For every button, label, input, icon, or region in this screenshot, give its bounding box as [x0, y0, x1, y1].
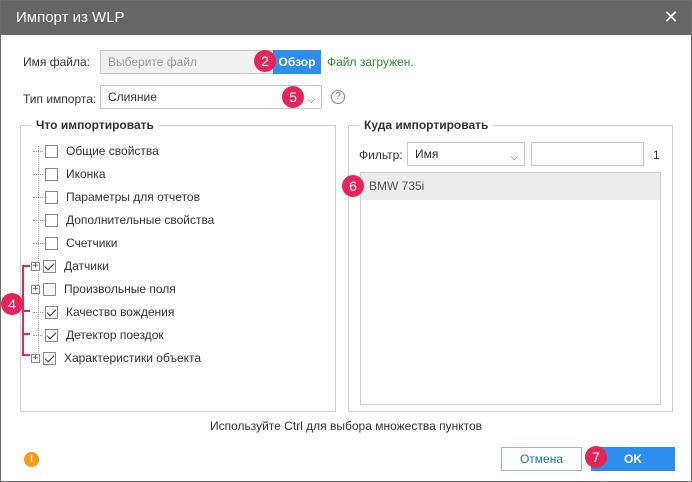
tree-item-checkbox[interactable] [43, 259, 56, 273]
file-status: Файл загружен. [327, 55, 414, 69]
file-input[interactable]: Выберите файл [100, 50, 274, 74]
help-icon[interactable]: ? [331, 90, 345, 104]
tree-item-checkbox[interactable] [45, 328, 58, 342]
filter-input[interactable] [531, 142, 644, 166]
expand-icon[interactable]: + [31, 353, 40, 363]
expand-icon[interactable]: + [31, 261, 40, 271]
tree-connector [33, 150, 43, 152]
annotation-badge: 7 [585, 446, 607, 468]
annotation-badge: 2 [254, 50, 276, 72]
tree-connector [33, 311, 43, 313]
tree-item-label: Дополнительные свойства [66, 213, 215, 227]
tree-item-label: Произвольные поля [64, 282, 176, 296]
chevron-down-icon: ⌵ [307, 95, 315, 106]
tree-item-checkbox[interactable] [45, 167, 58, 181]
tree-item-label: Параметры для отчетов [66, 190, 200, 204]
title-bar: Импорт из WLP ✕ [1, 1, 691, 35]
file-label: Имя файла: [23, 55, 90, 69]
list-item[interactable]: BMW 735i [361, 173, 660, 200]
where-to-import-legend: Куда импортировать [359, 118, 494, 132]
tree-item-label: Детектор поездок [66, 328, 164, 342]
expand-icon[interactable]: + [31, 284, 40, 294]
tree-item-checkbox[interactable] [43, 282, 56, 296]
tree-item-checkbox[interactable] [45, 190, 58, 204]
tree-connector [33, 173, 43, 175]
filter-field-select[interactable]: Имя ⌵ [407, 142, 525, 166]
tree-item[interactable]: Параметры для отчетов [31, 187, 200, 207]
tree-connector [33, 242, 43, 244]
tree-item[interactable]: + Характеристики объекта [31, 348, 201, 368]
tree-item[interactable]: Общие свойства [31, 141, 159, 161]
tree-item[interactable]: Иконка [31, 164, 106, 184]
tree-connector [33, 334, 43, 336]
filter-field-value: Имя [415, 147, 439, 161]
tree-item[interactable]: Качество вождения [31, 302, 174, 322]
tree-item-label: Иконка [66, 167, 106, 181]
tree-item-checkbox[interactable] [45, 236, 58, 250]
tree-item[interactable]: Детектор поездок [31, 325, 164, 345]
tree-connector [33, 219, 43, 221]
import-type-label: Тип импорта: [23, 92, 97, 106]
annotation-bracket-tick [22, 310, 30, 312]
tree-item[interactable]: + Произвольные поля [31, 279, 176, 299]
close-icon[interactable]: ✕ [663, 8, 679, 26]
chevron-down-icon: ⌵ [510, 152, 518, 163]
tree-item-label: Датчики [64, 259, 109, 273]
tree-item-label: Общие свойства [66, 144, 159, 158]
warning-icon[interactable]: ! [24, 452, 39, 467]
annotation-badge: 6 [342, 175, 364, 197]
import-dialog: Импорт из WLP ✕ Имя файла: Выберите файл… [0, 0, 692, 482]
tree-item-label: Качество вождения [66, 305, 175, 319]
tree-item-label: Характеристики объекта [64, 351, 202, 365]
cancel-button[interactable]: Отмена [501, 447, 582, 471]
dialog-title: Импорт из WLP [16, 9, 125, 26]
tree-item-checkbox[interactable] [45, 213, 58, 227]
filter-label: Фильтр: [359, 148, 403, 162]
browse-button[interactable]: Обзор [273, 50, 321, 74]
tree-item-checkbox[interactable] [45, 305, 58, 319]
tree-item-label: Счетчики [66, 236, 118, 250]
tree-item[interactable]: Дополнительные свойства [31, 210, 214, 230]
tree-connector [33, 196, 43, 198]
filter-count: 1 [653, 148, 660, 162]
annotation-badge: 4 [1, 293, 23, 315]
tree-item-checkbox[interactable] [45, 144, 58, 158]
target-units-list[interactable]: BMW 735i [360, 172, 661, 405]
import-type-value: Слияние [108, 90, 157, 104]
what-to-import-legend: Что импортировать [31, 118, 159, 132]
multiselect-hint: Используйте Ctrl для выбора множества пу… [209, 419, 483, 433]
tree-item-checkbox[interactable] [43, 351, 56, 365]
import-items-tree: Общие свойства Иконка Параметры для отчето… [31, 141, 331, 371]
tree-item[interactable]: Счетчики [31, 233, 117, 253]
annotation-bracket-tick [22, 333, 30, 335]
tree-item[interactable]: + Датчики [31, 256, 109, 276]
annotation-badge: 5 [282, 86, 304, 108]
